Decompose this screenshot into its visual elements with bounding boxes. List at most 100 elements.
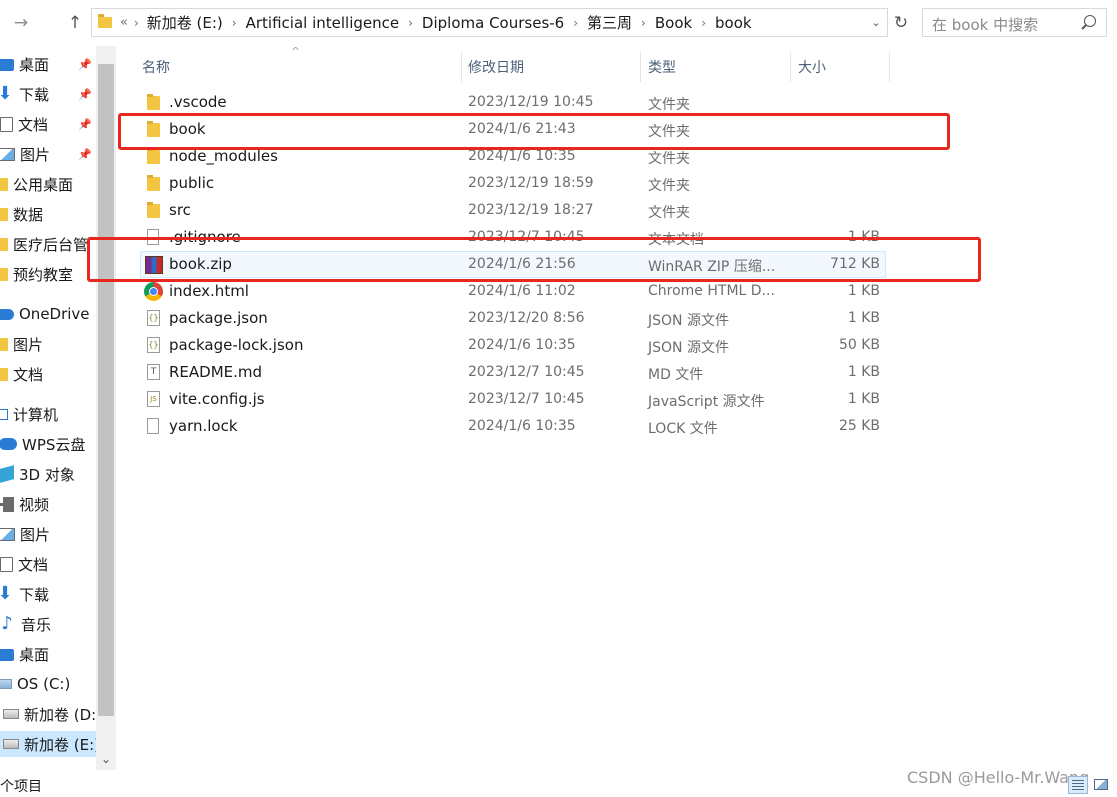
file-row[interactable]: T README.md 2023/12/7 10:45 MD 文件 1 KB xyxy=(140,359,886,386)
up-arrow-icon[interactable]: ↑ xyxy=(63,11,87,35)
sidebar-item-drive-c[interactable]: OS (C:) xyxy=(0,671,70,697)
breadcrumb-overflow[interactable]: « xyxy=(120,15,128,30)
picture-icon xyxy=(0,527,15,541)
large-icons-view-icon[interactable] xyxy=(1092,776,1112,794)
column-header-date[interactable]: 修改日期 xyxy=(468,52,638,82)
breadcrumb-item[interactable]: 新加卷 (E:) xyxy=(147,12,223,33)
sidebar-item-onedrive-pictures[interactable]: 图片 xyxy=(0,331,43,357)
sidebar-item-3d-objects[interactable]: 3D 对象 xyxy=(0,461,75,487)
sidebar-item-label: 文档 xyxy=(18,555,49,574)
sidebar-item-onedrive[interactable]: OneDrive xyxy=(0,301,90,327)
sidebar-item-label: 文档 xyxy=(13,365,44,384)
sidebar-item-label: 下载 xyxy=(19,585,50,604)
refresh-icon[interactable]: ↻ xyxy=(889,10,913,36)
file-type: JavaScript 源文件 xyxy=(648,394,765,410)
pin-icon[interactable]: 📌 xyxy=(78,88,92,101)
sidebar-item-label: 数据 xyxy=(13,205,44,224)
folder-icon xyxy=(147,202,160,218)
document-icon xyxy=(0,116,13,132)
column-divider[interactable] xyxy=(640,52,641,82)
file-row[interactable]: index.html 2024/1/6 11:02 Chrome HTML D.… xyxy=(140,278,886,305)
search-input[interactable]: 在 book 中搜索 xyxy=(922,8,1107,37)
sidebar-item-label: 图片 xyxy=(13,335,44,354)
sidebar-item-onedrive-documents[interactable]: 文档 xyxy=(0,361,43,387)
search-icon[interactable] xyxy=(1084,15,1096,27)
file-row[interactable]: JS vite.config.js 2023/12/7 10:45 JavaSc… xyxy=(140,386,886,413)
json-file-icon: {} xyxy=(147,310,160,326)
sidebar-item-pc-downloads[interactable]: ⬇ 下载 xyxy=(0,581,49,607)
sidebar-item-downloads[interactable]: ⬇ 下载 📌 xyxy=(0,81,96,107)
sidebar-item-medical-admin[interactable]: 医疗后台管 xyxy=(0,231,88,257)
download-icon: ⬇ xyxy=(0,83,13,104)
file-size: 1 KB xyxy=(847,283,880,299)
column-header-type[interactable]: 类型 xyxy=(648,52,788,82)
file-name: package.json xyxy=(169,309,268,327)
desktop-icon xyxy=(0,59,14,71)
folder-icon xyxy=(147,94,160,110)
file-type: 文件夹 xyxy=(648,178,690,194)
breadcrumb-separator-icon: › xyxy=(231,15,237,30)
picture-icon xyxy=(0,147,15,161)
forward-arrow-icon[interactable]: → xyxy=(9,11,33,35)
sidebar-item-label: 图片 xyxy=(20,525,51,544)
sidebar-item-wps-cloud[interactable]: WPS云盘 xyxy=(0,431,85,457)
folder-icon xyxy=(0,367,8,381)
sidebar-item-label: 新加卷 (D:) xyxy=(24,705,96,724)
sidebar-item-desktop[interactable]: 桌面 📌 xyxy=(0,51,96,77)
file-row[interactable]: public 2023/12/19 18:59 文件夹 xyxy=(140,170,886,197)
pin-icon[interactable]: 📌 xyxy=(78,118,92,131)
column-divider[interactable] xyxy=(889,52,890,82)
sidebar-item-drive-d[interactable]: 新加卷 (D:) xyxy=(0,701,96,727)
file-name: vite.config.js xyxy=(169,390,265,408)
sidebar-item-music[interactable]: ♪ 音乐 xyxy=(0,611,51,637)
sidebar-item-label: OS (C:) xyxy=(17,675,71,693)
breadcrumb-item[interactable]: Diploma Courses-6 xyxy=(422,14,564,32)
sidebar-item-drive-e[interactable]: 新加卷 (E:) xyxy=(0,731,96,757)
breadcrumb-item[interactable]: 第三周 xyxy=(587,12,632,33)
file-date: 2023/12/20 8:56 xyxy=(468,310,585,326)
file-type: MD 文件 xyxy=(648,367,704,383)
sidebar-item-label: 桌面 xyxy=(19,645,50,664)
breadcrumb-item[interactable]: book xyxy=(715,14,752,32)
breadcrumb-item[interactable]: Book xyxy=(655,14,692,32)
sidebar-item-public-desktop[interactable]: 公用桌面 xyxy=(0,171,73,197)
sidebar-item-pictures[interactable]: 图片 📌 xyxy=(0,141,96,167)
file-row[interactable]: {} package.json 2023/12/20 8:56 JSON 源文件… xyxy=(140,305,886,332)
column-divider[interactable] xyxy=(461,52,462,82)
chevron-down-icon[interactable]: ⌄ xyxy=(869,13,883,31)
sidebar-item-label: 视频 xyxy=(19,495,50,514)
sidebar-item-computer[interactable]: 计算机 xyxy=(0,401,58,427)
navigation-scrollbar-thumb[interactable] xyxy=(98,64,114,716)
folder-icon xyxy=(147,175,160,191)
sidebar-item-data[interactable]: 数据 xyxy=(0,201,43,227)
sidebar-item-pc-pictures[interactable]: 图片 xyxy=(0,521,50,547)
column-header-name[interactable]: 名称 xyxy=(142,52,458,82)
music-icon: ♪ xyxy=(1,613,13,634)
sidebar-item-documents[interactable]: 文档 📌 xyxy=(0,111,96,137)
file-type: Chrome HTML D... xyxy=(648,283,775,299)
file-name: src xyxy=(169,201,191,219)
file-icon xyxy=(147,418,159,434)
scroll-down-icon[interactable]: ⌄ xyxy=(96,749,116,769)
file-row[interactable]: src 2023/12/19 18:27 文件夹 xyxy=(140,197,886,224)
sidebar-item-videos[interactable]: 视频 xyxy=(0,491,49,517)
file-row[interactable]: yarn.lock 2024/1/6 10:35 LOCK 文件 25 KB xyxy=(140,413,886,440)
address-bar[interactable]: « › 新加卷 (E:) › Artificial intelligence ›… xyxy=(91,8,888,37)
column-header-size[interactable]: 大小 xyxy=(798,52,888,82)
details-view-icon[interactable] xyxy=(1068,776,1088,794)
file-date: 2023/12/19 18:27 xyxy=(468,202,594,218)
folder-icon xyxy=(0,177,8,191)
pin-icon[interactable]: 📌 xyxy=(78,58,92,71)
sidebar-item-label: WPS云盘 xyxy=(22,435,86,454)
pin-icon[interactable]: 📌 xyxy=(78,148,92,161)
column-divider[interactable] xyxy=(790,52,791,82)
sidebar-item-classroom-booking[interactable]: 预约教室 xyxy=(0,261,73,287)
breadcrumb-item[interactable]: Artificial intelligence xyxy=(246,14,400,32)
sidebar-item-pc-desktop[interactable]: 桌面 xyxy=(0,641,49,667)
sidebar-item-label: OneDrive xyxy=(19,305,90,323)
sidebar-item-pc-documents[interactable]: 文档 xyxy=(0,551,48,577)
file-type: LOCK 文件 xyxy=(648,421,718,437)
file-row[interactable]: {} package-lock.json 2024/1/6 10:35 JSON… xyxy=(140,332,886,359)
file-row[interactable]: .vscode 2023/12/19 10:45 文件夹 xyxy=(140,89,886,116)
search-placeholder: 在 book 中搜索 xyxy=(932,16,1039,34)
